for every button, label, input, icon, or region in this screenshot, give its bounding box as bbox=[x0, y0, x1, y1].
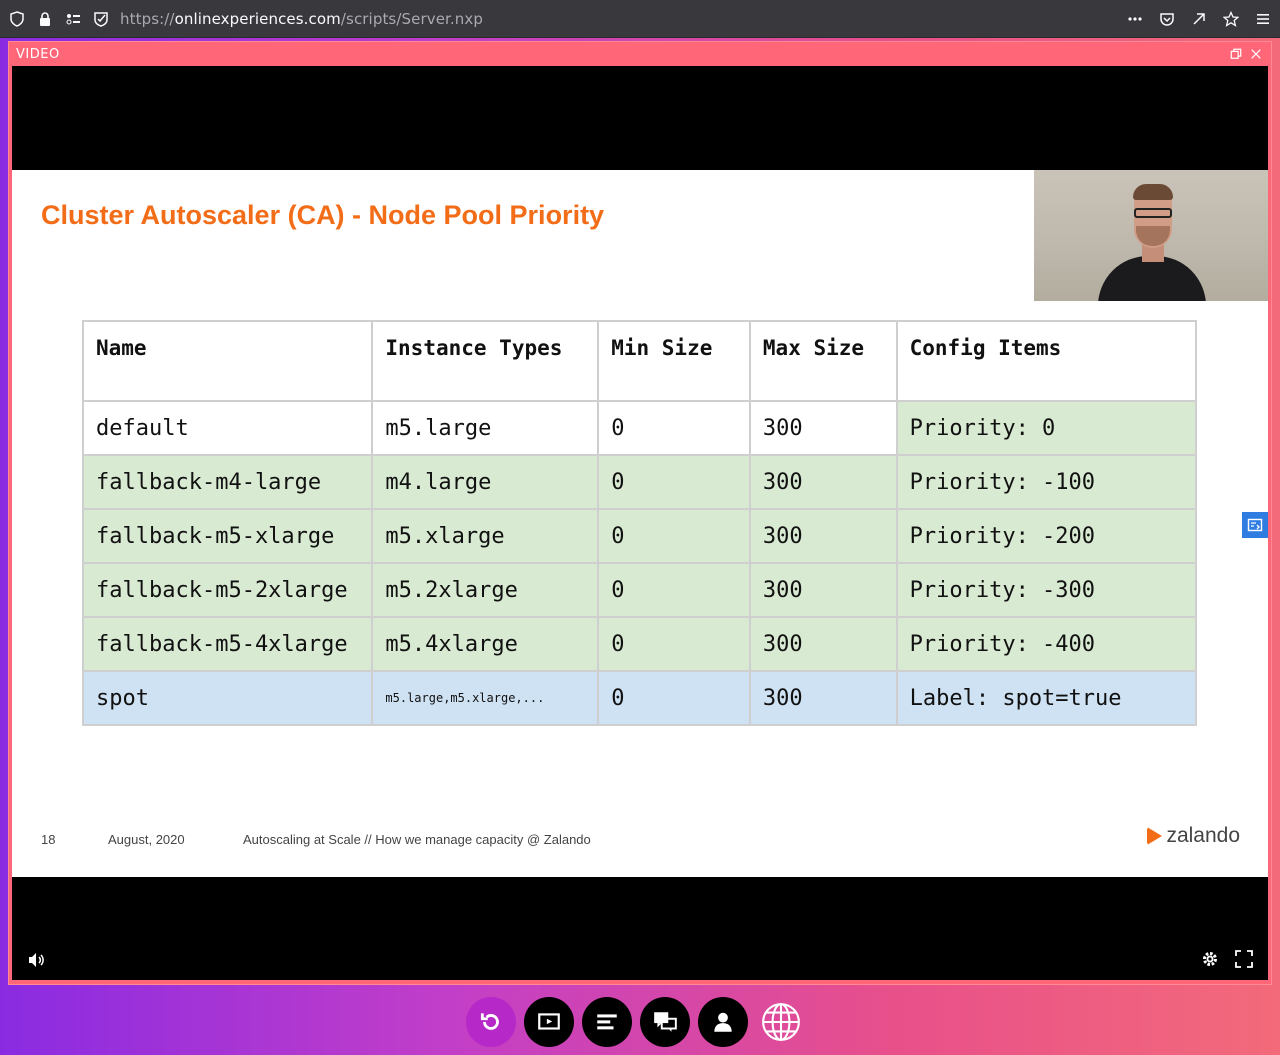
cell-max-size: 300 bbox=[748, 616, 898, 672]
table-row: fallback-m5-2xlarge m5.2xlarge 0 300 Pri… bbox=[81, 562, 1198, 618]
cell-name: fallback-m4-large bbox=[81, 454, 374, 510]
url-text[interactable]: https://onlinexperiences.com/scripts/Ser… bbox=[120, 10, 483, 28]
cell-min-size: 0 bbox=[597, 562, 751, 618]
zalando-play-icon bbox=[1147, 827, 1163, 845]
restore-icon[interactable] bbox=[1229, 47, 1243, 61]
cell-instance-types: m5.2xlarge bbox=[371, 562, 600, 618]
close-icon[interactable] bbox=[1249, 47, 1263, 61]
cell-instance-types: m5.large bbox=[371, 400, 600, 456]
video-titlebar: VIDEO bbox=[9, 42, 1271, 66]
lock-icon[interactable] bbox=[34, 8, 56, 30]
cell-instance-types: m5.4xlarge bbox=[371, 616, 600, 672]
header-config-items: Config Items bbox=[895, 320, 1198, 402]
cell-config-items: Priority: -100 bbox=[895, 454, 1198, 510]
cell-name: fallback-m5-4xlarge bbox=[81, 616, 374, 672]
cell-min-size: 0 bbox=[597, 400, 751, 456]
profile-icon[interactable] bbox=[698, 997, 748, 1047]
video-window-title: VIDEO bbox=[16, 47, 60, 62]
cell-min-size: 0 bbox=[597, 454, 751, 510]
node-pool-table: Name Instance Types Min Size Max Size Co… bbox=[81, 320, 1198, 726]
bookmark-star-icon[interactable] bbox=[1220, 8, 1242, 30]
slide-date: August, 2020 bbox=[108, 832, 185, 847]
logo-text: zalando bbox=[1166, 824, 1240, 847]
cell-name: spot bbox=[81, 670, 374, 726]
cell-max-size: 300 bbox=[748, 670, 898, 726]
permissions-icon[interactable] bbox=[62, 8, 84, 30]
url-path: /scripts/Server.nxp bbox=[340, 9, 483, 28]
volume-icon[interactable] bbox=[26, 950, 46, 974]
language-icon[interactable] bbox=[756, 997, 806, 1047]
table-row: default m5.large 0 300 Priority: 0 bbox=[81, 400, 1198, 456]
table-row: spot m5.large,m5.xlarge,... 0 300 Label:… bbox=[81, 670, 1198, 726]
table-row: fallback-m5-xlarge m5.xlarge 0 300 Prior… bbox=[81, 508, 1198, 564]
header-name: Name bbox=[81, 320, 374, 402]
bottom-dock bbox=[466, 997, 806, 1047]
speaker-webcam bbox=[1034, 170, 1268, 301]
agenda-icon[interactable] bbox=[582, 997, 632, 1047]
fullscreen-icon[interactable] bbox=[1234, 949, 1254, 973]
cell-config-items: Priority: -300 bbox=[895, 562, 1198, 618]
hamburger-menu-icon[interactable] bbox=[1252, 8, 1274, 30]
header-instance-types: Instance Types bbox=[371, 320, 600, 402]
cell-min-size: 0 bbox=[597, 508, 751, 564]
cell-config-items: Priority: -400 bbox=[895, 616, 1198, 672]
cell-max-size: 300 bbox=[748, 454, 898, 510]
slides-icon[interactable] bbox=[524, 997, 574, 1047]
table-row: fallback-m5-4xlarge m5.4xlarge 0 300 Pri… bbox=[81, 616, 1198, 672]
table-row: fallback-m4-large m4.large 0 300 Priorit… bbox=[81, 454, 1198, 510]
cell-config-items: Priority: 0 bbox=[895, 400, 1198, 456]
cell-max-size: 300 bbox=[748, 562, 898, 618]
cell-config-items: Priority: -200 bbox=[895, 508, 1198, 564]
video-window: VIDEO Cluster Autoscaler (CA) - Node Poo… bbox=[8, 41, 1272, 985]
video-player[interactable]: Cluster Autoscaler (CA) - Node Pool Prio… bbox=[12, 66, 1268, 980]
chat-icon[interactable] bbox=[640, 997, 690, 1047]
header-min-size: Min Size bbox=[597, 320, 751, 402]
browser-url-bar: https://onlinexperiences.com/scripts/Ser… bbox=[0, 0, 1280, 38]
cell-max-size: 300 bbox=[748, 400, 898, 456]
shield-icon[interactable] bbox=[6, 8, 28, 30]
player-controls bbox=[12, 942, 1268, 980]
presentation-slide: Cluster Autoscaler (CA) - Node Pool Prio… bbox=[12, 170, 1268, 877]
cell-name: fallback-m5-xlarge bbox=[81, 508, 374, 564]
cell-instance-types: m4.large bbox=[371, 454, 600, 510]
url-host: onlinexperiences.com bbox=[174, 9, 341, 28]
zalando-logo: zalando bbox=[1147, 824, 1240, 848]
cell-min-size: 0 bbox=[597, 616, 751, 672]
pocket-icon[interactable] bbox=[1156, 8, 1178, 30]
refresh-icon[interactable] bbox=[466, 997, 516, 1047]
url-scheme: https:// bbox=[120, 9, 175, 28]
tracking-protection-icon[interactable] bbox=[90, 8, 112, 30]
cell-name: default bbox=[81, 400, 374, 456]
header-max-size: Max Size bbox=[748, 320, 898, 402]
cell-config-items: Label: spot=true bbox=[895, 670, 1198, 726]
cell-max-size: 300 bbox=[748, 508, 898, 564]
settings-gear-icon[interactable] bbox=[1200, 949, 1220, 973]
screenshot-icon[interactable] bbox=[1188, 8, 1210, 30]
cell-instance-types: m5.large,m5.xlarge,... bbox=[371, 670, 600, 726]
slide-title: Cluster Autoscaler (CA) - Node Pool Prio… bbox=[41, 200, 605, 230]
cell-min-size: 0 bbox=[597, 670, 751, 726]
cell-name: fallback-m5-2xlarge bbox=[81, 562, 374, 618]
cell-instance-types: m5.xlarge bbox=[371, 508, 600, 564]
slide-subtitle: Autoscaling at Scale // How we manage ca… bbox=[243, 832, 591, 847]
side-panel-toggle-icon[interactable] bbox=[1242, 512, 1268, 538]
slide-page-number: 18 bbox=[41, 832, 56, 847]
more-actions-icon[interactable] bbox=[1124, 8, 1146, 30]
